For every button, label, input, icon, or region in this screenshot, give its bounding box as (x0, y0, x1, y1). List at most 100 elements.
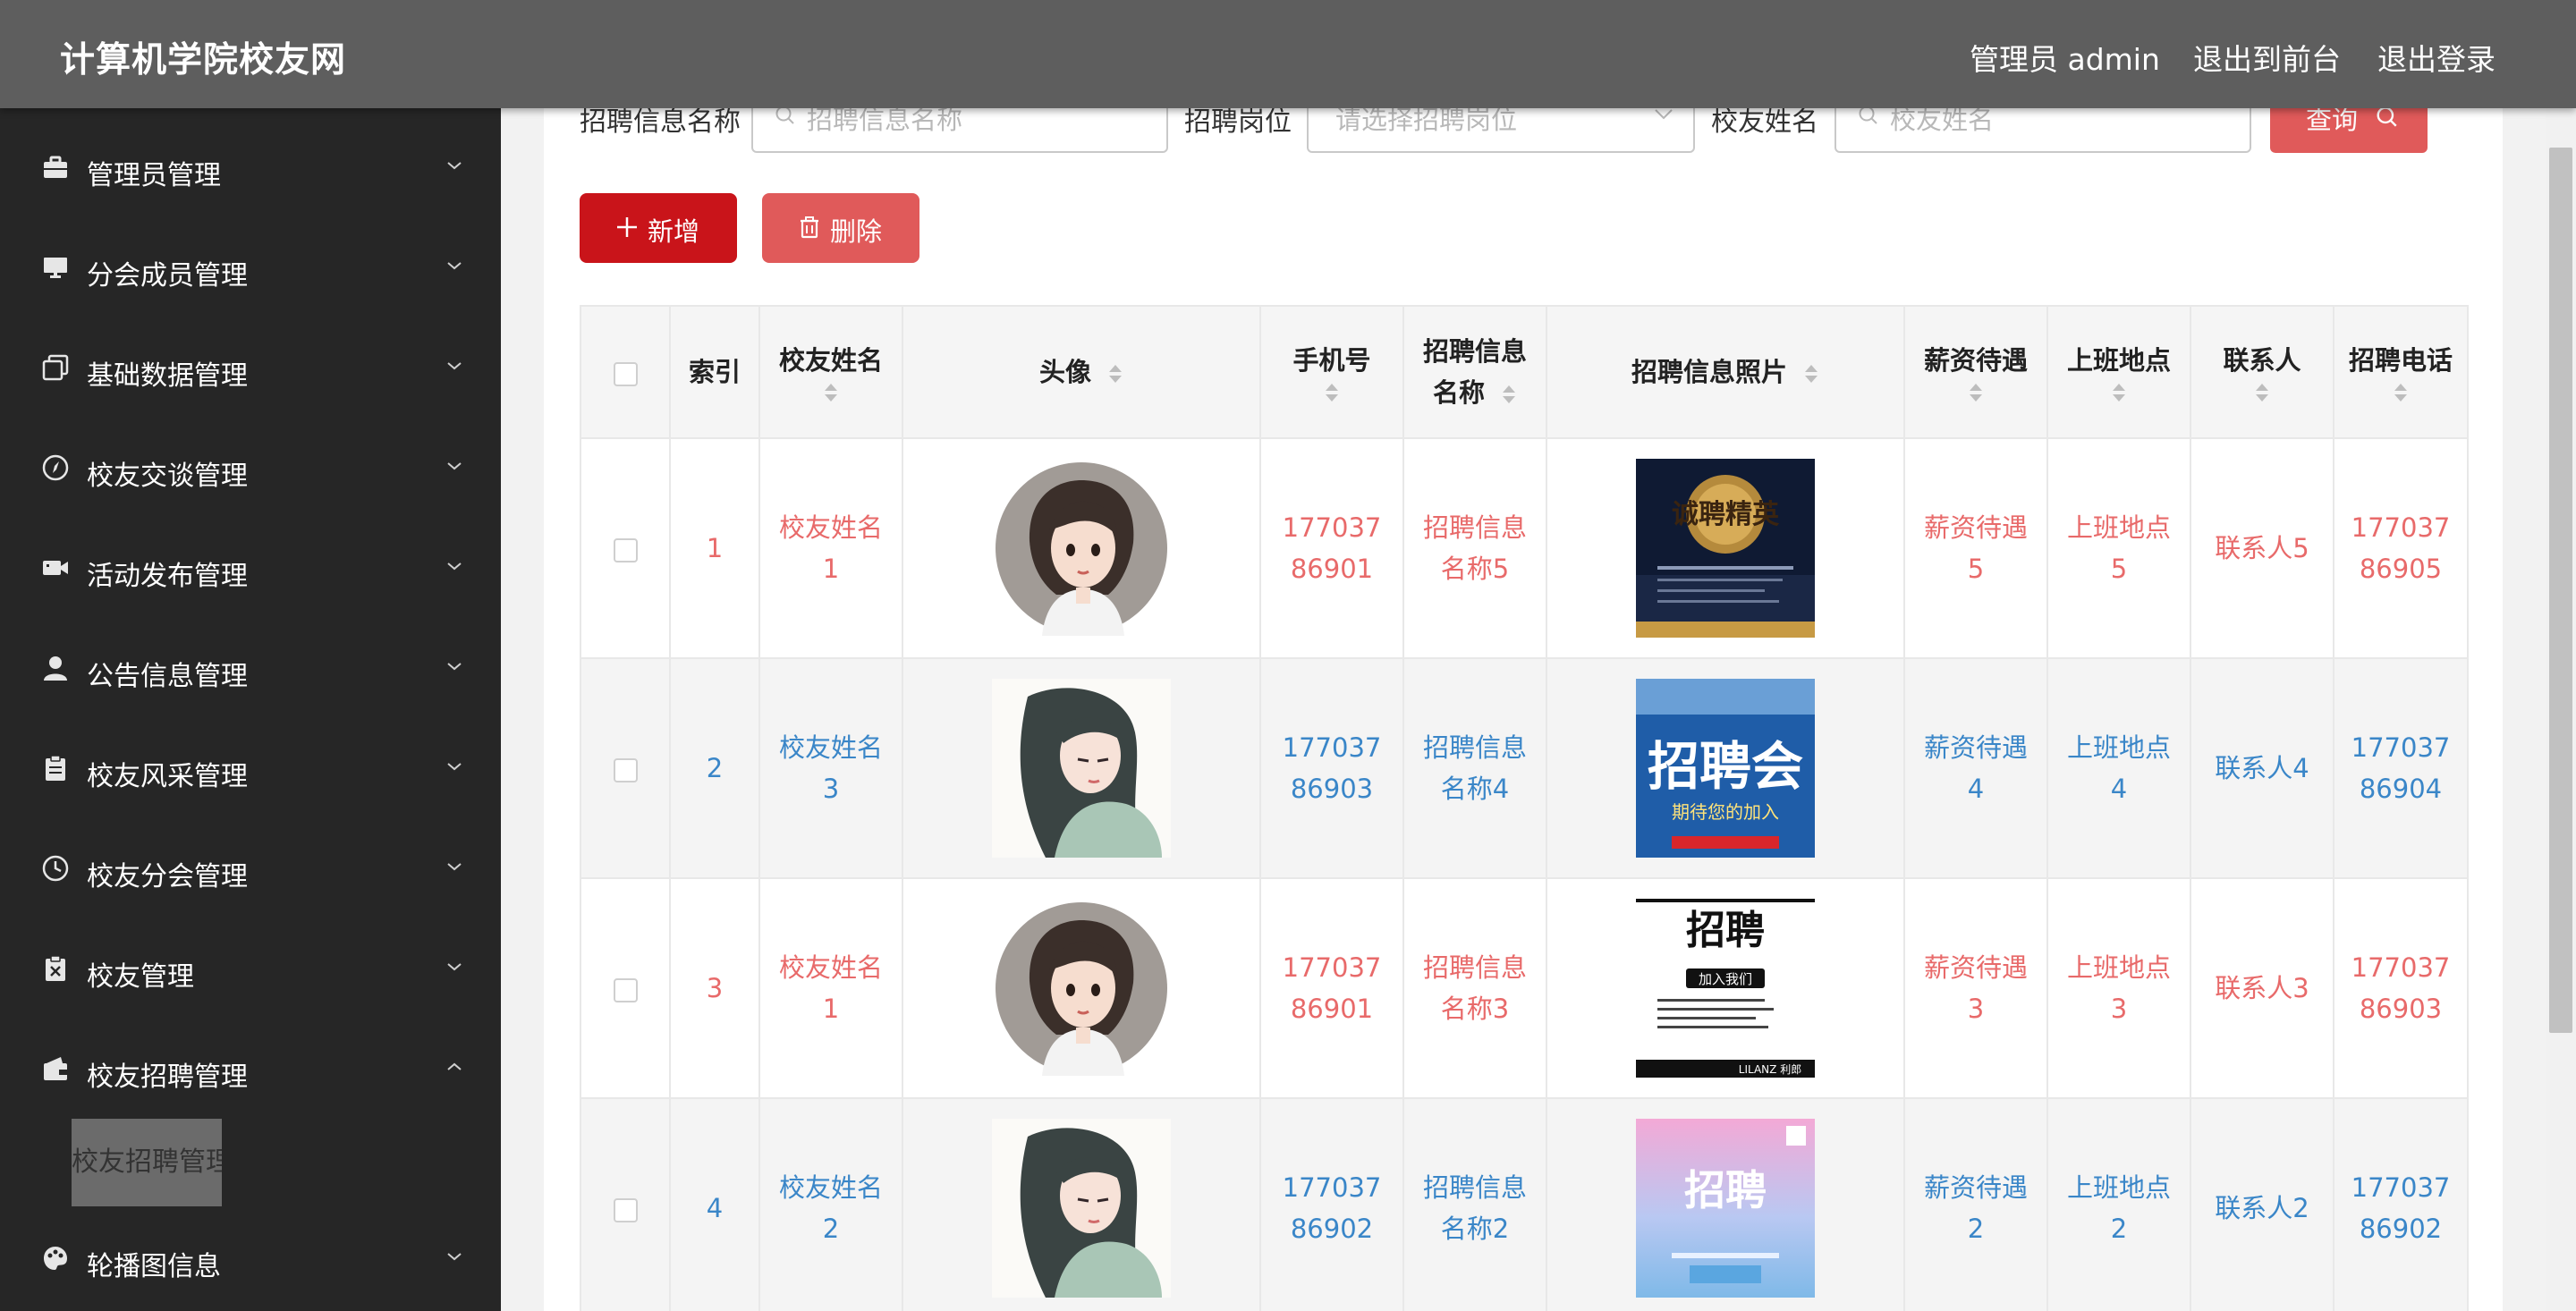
select-all-checkbox[interactable] (613, 361, 638, 386)
row-recruit-phone: 17703786904 (2333, 657, 2469, 879)
row-recruit-photo-cell: 招聘 (1546, 1097, 1905, 1311)
sidebar-item-label: 分会成员管理 (87, 260, 248, 292)
poster-subtitle: 期待您的加入 (1672, 801, 1779, 823)
col-contact[interactable]: 联系人 (2190, 305, 2334, 439)
col-recruit-phone-label: 招聘电话 (2348, 345, 2453, 376)
add-button[interactable]: 新增 (580, 193, 737, 263)
row-recruit-name: 招聘信息名称5 (1402, 437, 1547, 659)
sidebar-item-alumni-chat-management[interactable]: 校友交谈管理 (0, 421, 501, 521)
row-alumni-name: 校友姓名1 (758, 437, 903, 659)
row-salary: 薪资待遇3 (1903, 877, 2048, 1099)
sidebar-item-basic-data-management[interactable]: 基础数据管理 (0, 321, 501, 421)
sort-icon[interactable] (1501, 383, 1517, 406)
site-title: 计算机学院校友网 (60, 40, 347, 80)
search-alumni-input[interactable]: 校友姓名 (1835, 108, 2251, 153)
clock-icon (42, 855, 69, 882)
search-icon (2377, 108, 2397, 127)
sidebar-item-activity-publish-management[interactable]: 活动发布管理 (0, 521, 501, 622)
chevron-down-icon (447, 763, 462, 771)
search-name-input[interactable]: 招聘信息名称 (751, 108, 1168, 153)
row-avatar-cell (902, 437, 1261, 659)
search-position-placeholder: 请选择招聘岗位 (1335, 108, 1518, 135)
col-avatar[interactable]: 头像 (902, 305, 1261, 439)
sort-icon[interactable] (2254, 381, 2270, 404)
copy-icon (42, 354, 69, 381)
sidebar-item-carousel-info[interactable]: 轮播图信息 (0, 1212, 501, 1311)
sort-icon[interactable] (2111, 381, 2127, 404)
col-recruit-phone[interactable]: 招聘电话 (2333, 305, 2469, 439)
row-index: 4 (669, 1097, 760, 1311)
row-alumni-name: 校友姓名1 (758, 877, 903, 1099)
recruit-photo: 诚聘精英 (1636, 459, 1815, 638)
sort-icon[interactable] (1324, 381, 1340, 404)
sort-icon[interactable] (823, 381, 839, 404)
row-recruit-name: 招聘信息名称2 (1402, 1097, 1547, 1311)
sort-icon[interactable] (1803, 362, 1819, 385)
chevron-down-icon (447, 1253, 462, 1261)
col-recruit-name[interactable]: 招聘信息名称 (1402, 305, 1547, 439)
col-index-label: 索引 (688, 357, 741, 387)
row-recruit-name: 招聘信息名称3 (1402, 877, 1547, 1099)
col-contact-label: 联系人 (2223, 345, 2301, 376)
col-location[interactable]: 上班地点 (2046, 305, 2191, 439)
sidebar-item-label: 校友分会管理 (87, 861, 248, 892)
col-phone[interactable]: 手机号 (1259, 305, 1404, 439)
col-salary[interactable]: 薪资待遇 (1903, 305, 2048, 439)
poster-title: 诚聘精英 (1672, 499, 1780, 530)
sidebar-item-branch-member-management[interactable]: 分会成员管理 (0, 221, 501, 321)
sidebar-item-alumni-style-management[interactable]: 校友风采管理 (0, 722, 501, 822)
sidebar-item-label: 基础数据管理 (87, 360, 248, 392)
col-index: 索引 (669, 305, 760, 439)
page-scrollbar-thumb[interactable] (2549, 148, 2572, 1033)
row-checkbox[interactable] (613, 977, 638, 1002)
sidebar-item-label: 轮播图信息 (87, 1251, 221, 1282)
sort-icon[interactable] (1968, 381, 1984, 404)
chevron-down-icon (1655, 109, 1673, 120)
exit-to-front-link[interactable]: 退出到前台 (2193, 36, 2341, 79)
col-alumni-name[interactable]: 校友姓名 (758, 305, 903, 439)
clipboard-icon (46, 755, 65, 781)
row-phone: 17703786901 (1259, 877, 1404, 1099)
user-icon (44, 656, 67, 681)
sort-icon[interactable] (1107, 362, 1123, 385)
add-button-label: 新增 (648, 216, 700, 247)
search-position-select[interactable]: 请选择招聘岗位 (1307, 108, 1695, 153)
col-recruit-photo[interactable]: 招聘信息照片 (1546, 305, 1905, 439)
row-alumni-name: 校友姓名3 (758, 657, 903, 879)
sidebar-item-alumni-management[interactable]: 校友管理 (0, 922, 501, 1022)
sidebar-item-label: 活动发布管理 (87, 561, 248, 592)
chevron-down-icon (447, 562, 462, 571)
row-location: 上班地点4 (2046, 657, 2191, 879)
sidebar-item-label: 公告信息管理 (87, 661, 248, 692)
row-checkbox[interactable] (613, 537, 638, 562)
content-panel: 招聘信息名称 招聘信息名称 招聘岗位 请选择招聘岗位 校友姓名 校友姓名 查询 … (544, 108, 2503, 1311)
query-button[interactable]: 查询 (2270, 108, 2428, 153)
recruit-photo: 招聘 加入我们 LILANZ 利郎 (1636, 899, 1815, 1078)
chevron-down-icon (447, 262, 462, 270)
table-row: 3 校友姓名1 17703786901 招聘信息名称3 招聘 加入我们 LILA… (580, 877, 2469, 1099)
col-location-label: 上班地点 (2066, 345, 2171, 376)
row-phone: 17703786903 (1259, 657, 1404, 879)
col-salary-label: 薪资待遇 (1923, 345, 2028, 376)
row-checkbox[interactable] (613, 1197, 638, 1222)
sidebar-item-notice-management[interactable]: 公告信息管理 (0, 622, 501, 722)
search-icon (1859, 108, 1877, 124)
poster-brand: LILANZ 利郎 (1739, 1063, 1801, 1076)
delete-button[interactable]: 删除 (762, 193, 919, 263)
row-recruit-phone: 17703786902 (2333, 1097, 2469, 1311)
chevron-down-icon (447, 462, 462, 470)
admin-user-label[interactable]: 管理员 admin (1970, 36, 2160, 79)
submenu-item-alumni-recruit-management[interactable]: 校友招聘管理 (72, 1119, 222, 1206)
briefcase-icon (44, 156, 67, 178)
avatar (992, 1119, 1171, 1298)
monitor-icon (44, 258, 67, 278)
row-recruit-photo-cell: 招聘会 期待您的加入 (1546, 657, 1905, 879)
sort-icon[interactable] (2393, 381, 2409, 404)
sidebar-item-alumni-recruit-management[interactable]: 校友招聘管理 (0, 1022, 501, 1122)
search-name-placeholder: 招聘信息名称 (807, 108, 963, 135)
row-checkbox[interactable] (613, 757, 638, 782)
sidebar-item-alumni-branch-management[interactable]: 校友分会管理 (0, 822, 501, 922)
sidebar-item-admin-management[interactable]: 管理员管理 (0, 121, 501, 221)
logout-link[interactable]: 退出登录 (2377, 36, 2496, 79)
row-contact: 联系人5 (2190, 437, 2334, 659)
